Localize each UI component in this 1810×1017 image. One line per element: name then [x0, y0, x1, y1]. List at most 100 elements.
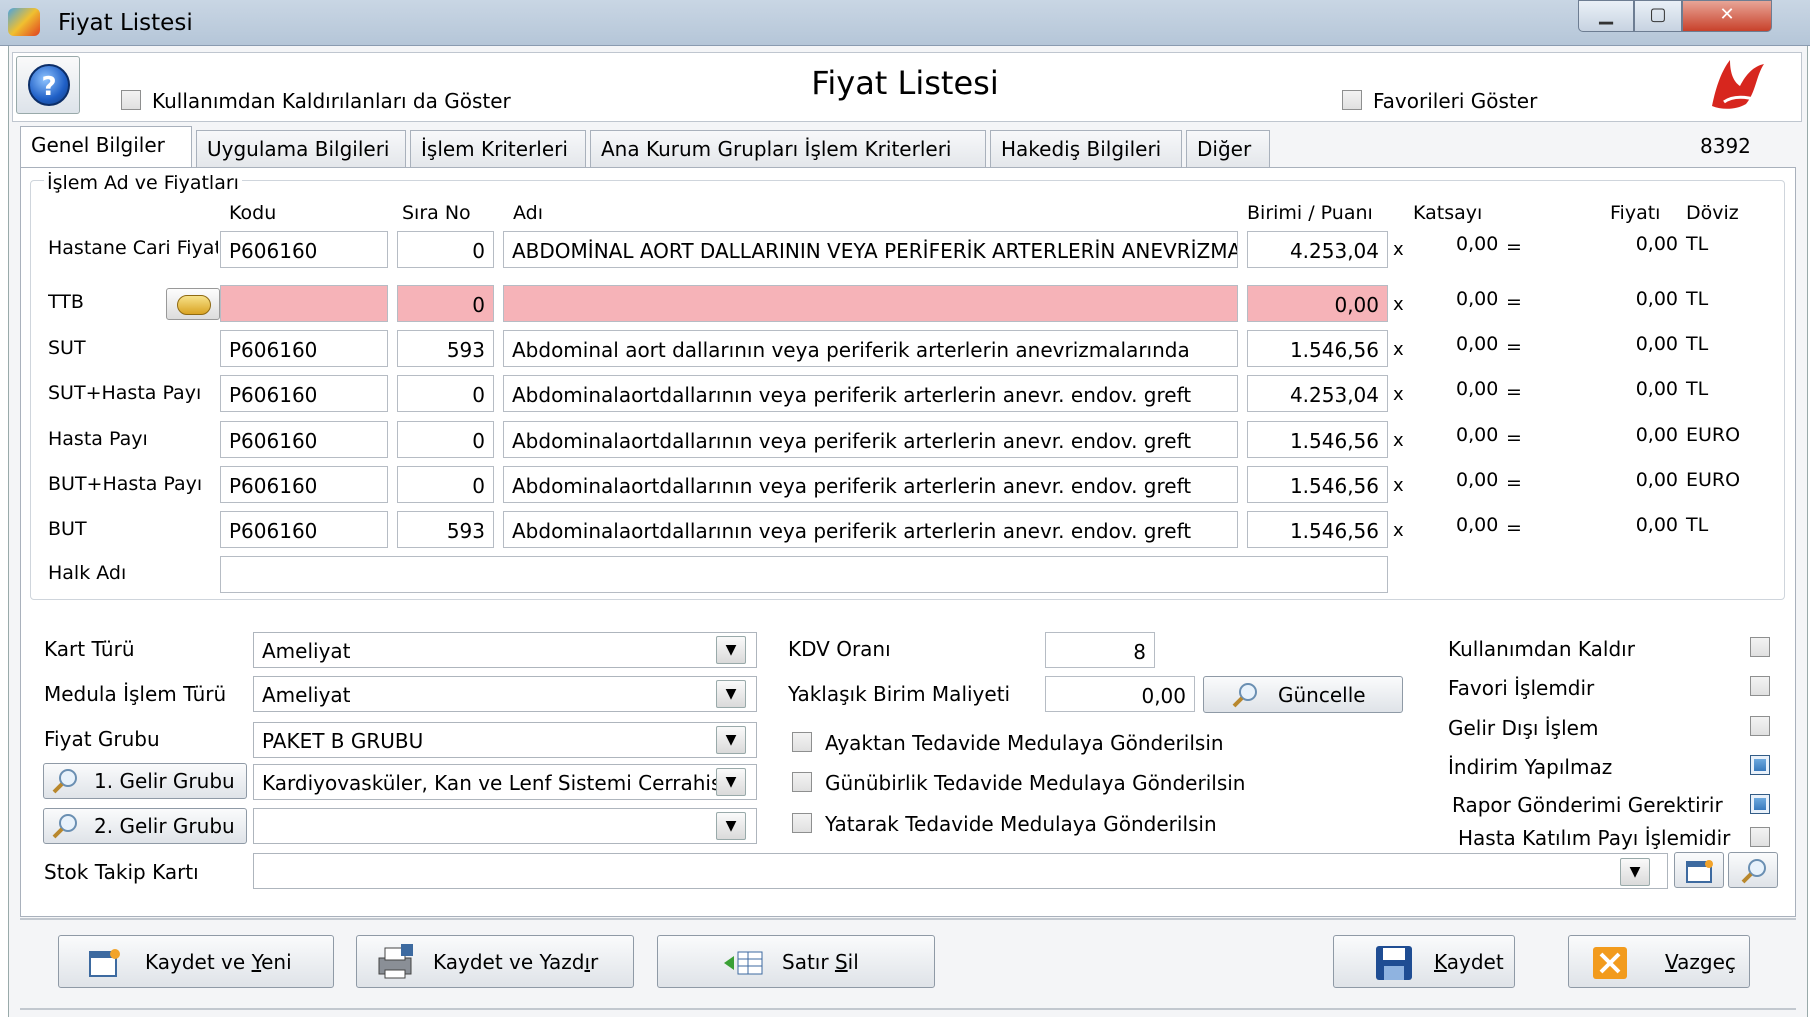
ayaktan-checkbox[interactable]: [792, 732, 812, 752]
multiply-sign: x: [1393, 339, 1404, 360]
label-part: r: [590, 950, 599, 974]
code-field[interactable]: [220, 285, 388, 322]
label-part: Kaydet ve Yazd: [433, 950, 585, 974]
ttb-lookup-button[interactable]: [166, 288, 220, 320]
kart-turu-select[interactable]: Ameliyat: [253, 632, 757, 668]
order-field[interactable]: 0: [397, 466, 494, 503]
record-id: 8392: [1700, 134, 1751, 158]
name-field[interactable]: Abdominal aort dallarının veya periferik…: [503, 330, 1238, 367]
gelir-grubu-2-button[interactable]: 2. Gelir Grubu: [43, 808, 247, 844]
code-field[interactable]: P606160: [220, 421, 388, 458]
unit-field[interactable]: 4.253,04: [1247, 375, 1388, 412]
order-field[interactable]: 593: [397, 330, 494, 367]
flag-favori-checkbox[interactable]: [1750, 676, 1770, 696]
order-field[interactable]: 0: [397, 375, 494, 412]
yatarak-checkbox[interactable]: [792, 813, 812, 833]
halk-adi-field[interactable]: [220, 556, 1388, 593]
tab-islem-kriterleri[interactable]: İşlem Kriterleri: [410, 130, 586, 168]
save-and-print-button[interactable]: Kaydet ve Yazdır: [356, 935, 634, 988]
label-part: azgeç: [1677, 950, 1736, 974]
code-field[interactable]: P606160: [220, 511, 388, 548]
delete-row-button[interactable]: Satır Sil: [657, 935, 935, 988]
row-label: Hasta Payı: [48, 428, 148, 450]
kdv-label: KDV Oranı: [788, 637, 891, 661]
floppy-disk-icon: [1376, 946, 1412, 980]
gelir-grubu-2-select[interactable]: [253, 808, 757, 844]
chevron-down-icon[interactable]: ▼: [716, 726, 746, 754]
show-favorites-checkbox[interactable]: [1342, 90, 1362, 110]
equals-sign: =: [1506, 517, 1522, 539]
fiyat-grubu-select[interactable]: PAKET B GRUBU: [253, 722, 757, 758]
save-and-new-button[interactable]: Kaydet ve Yeni: [58, 935, 334, 988]
name-field[interactable]: Abdominalaortdallarının veya periferik a…: [503, 421, 1238, 458]
tab-diger[interactable]: Diğer: [1186, 130, 1270, 168]
chevron-down-icon[interactable]: ▼: [716, 768, 746, 796]
unit-field[interactable]: 1.546,56: [1247, 511, 1388, 548]
unit-field[interactable]: 4.253,04: [1247, 231, 1388, 268]
gelir-grubu-1-select[interactable]: Kardiyovasküler, Kan ve Lenf Sistemi Cer…: [253, 764, 757, 800]
flag-kullanimdan-kaldir-checkbox[interactable]: [1750, 637, 1770, 657]
gelir-grubu-1-label: 1. Gelir Grubu: [94, 769, 235, 793]
chevron-down-icon[interactable]: ▼: [716, 636, 746, 664]
name-field[interactable]: ABDOMİNAL AORT DALLARININ VEYA PERİFERİK…: [503, 231, 1238, 268]
save-label: Kaydet: [1434, 950, 1504, 974]
delete-row-icon: [724, 951, 763, 975]
new-record-icon: [89, 949, 120, 977]
unit-field[interactable]: 1.546,56: [1247, 466, 1388, 503]
new-stock-card-button[interactable]: [1674, 852, 1724, 888]
save-and-new-label: Kaydet ve Yeni: [145, 950, 292, 974]
kdv-field[interactable]: 8: [1045, 632, 1155, 668]
medula-select[interactable]: Ameliyat: [253, 676, 757, 712]
maliyet-field[interactable]: 0,00: [1045, 676, 1195, 712]
code-field[interactable]: P606160: [220, 330, 388, 367]
unit-field[interactable]: 1.546,56: [1247, 421, 1388, 458]
tab-ana-kurum-gruplari[interactable]: Ana Kurum Grupları İşlem Kriterleri: [590, 130, 986, 168]
order-field[interactable]: 0: [397, 231, 494, 268]
chevron-down-icon[interactable]: ▼: [716, 680, 746, 708]
save-button[interactable]: Kaydet: [1333, 935, 1515, 988]
printer-icon: [378, 944, 413, 979]
name-field[interactable]: [503, 285, 1238, 322]
flag-hasta-katilim-checkbox[interactable]: [1750, 827, 1770, 847]
gunubirlik-checkbox[interactable]: [792, 772, 812, 792]
tab-genel-bilgiler[interactable]: Genel Bilgiler: [20, 126, 192, 169]
order-field[interactable]: 0: [397, 285, 494, 322]
order-field[interactable]: 593: [397, 511, 494, 548]
flag-hasta-katilim-label: Hasta Katılım Payı İşlemidir: [1458, 826, 1731, 850]
gelir-grubu-1-button[interactable]: 1. Gelir Grubu: [43, 763, 247, 799]
search-stock-card-button[interactable]: [1728, 852, 1778, 888]
coef-value: 0,00: [1456, 233, 1499, 255]
flag-favori-label: Favori İşlemdir: [1448, 676, 1595, 700]
equals-sign: =: [1506, 472, 1522, 494]
cancel-button[interactable]: Vazgeç: [1568, 935, 1750, 988]
order-field[interactable]: 0: [397, 421, 494, 458]
col-header-order: Sıra No: [402, 202, 471, 224]
col-header-currency: Döviz: [1686, 202, 1739, 224]
multiply-sign: x: [1393, 520, 1404, 541]
equals-sign: =: [1506, 381, 1522, 403]
tab-hakedis-bilgileri[interactable]: Hakediş Bilgileri: [990, 130, 1182, 168]
price-value: 0,00: [1635, 288, 1678, 310]
name-field[interactable]: Abdominalaortdallarının veya periferik a…: [503, 466, 1238, 503]
name-field[interactable]: Abdominalaortdallarının veya periferik a…: [503, 375, 1238, 412]
maximize-button[interactable]: ▢: [1634, 0, 1682, 32]
code-field[interactable]: P606160: [220, 231, 388, 268]
guncelle-button[interactable]: Güncelle: [1203, 676, 1403, 713]
chevron-down-icon[interactable]: ▼: [1620, 858, 1650, 886]
currency-value: TL: [1686, 514, 1709, 536]
unit-field[interactable]: 1.546,56: [1247, 330, 1388, 367]
maliyet-label: Yaklaşık Birim Maliyeti: [788, 682, 1011, 706]
close-button[interactable]: ✕: [1682, 0, 1772, 32]
flag-rapor-label: Rapor Gönderimi Gerektirir: [1452, 793, 1723, 817]
name-field[interactable]: Abdominalaortdallarının veya periferik a…: [503, 511, 1238, 548]
code-field[interactable]: P606160: [220, 466, 388, 503]
stok-select[interactable]: [253, 853, 1668, 889]
unit-field[interactable]: 0,00: [1247, 285, 1388, 322]
flag-indirim-checkbox[interactable]: [1750, 755, 1770, 775]
tab-uygulama-bilgileri[interactable]: Uygulama Bilgileri: [196, 130, 406, 168]
code-field[interactable]: P606160: [220, 375, 388, 412]
chevron-down-icon[interactable]: ▼: [716, 812, 746, 840]
minimize-button[interactable]: ▁: [1578, 0, 1634, 32]
flag-rapor-checkbox[interactable]: [1750, 794, 1770, 814]
flag-gelir-disi-checkbox[interactable]: [1750, 716, 1770, 736]
